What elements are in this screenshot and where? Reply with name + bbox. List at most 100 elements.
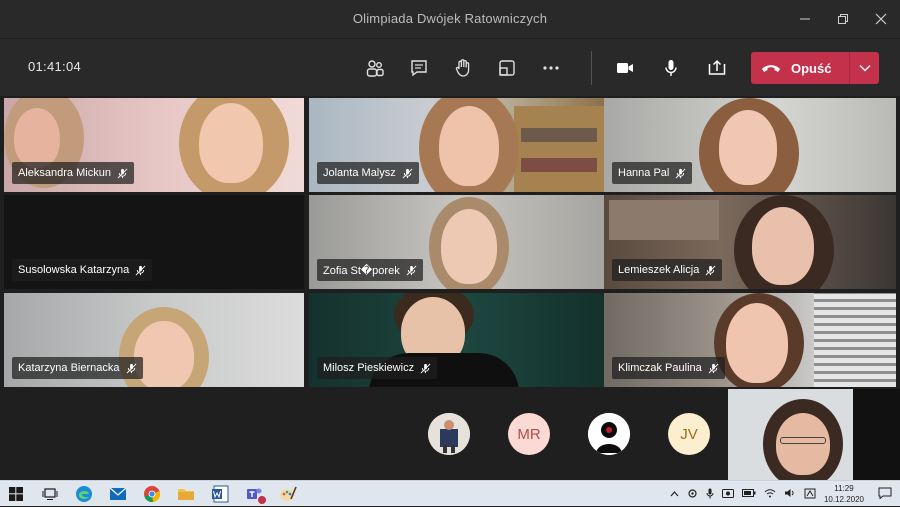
participant-name: Susolowska Katarzyna <box>18 264 130 276</box>
hang-up-icon <box>751 62 791 74</box>
close-button[interactable] <box>862 0 900 38</box>
microphone-tray-icon[interactable] <box>706 488 714 501</box>
chrome-button[interactable] <box>142 484 162 504</box>
call-actions <box>360 53 566 83</box>
title-bar: Olimpiada Dwójek Ratowniczych <box>0 0 900 38</box>
start-button[interactable] <box>6 484 26 504</box>
participant-strip: MR JV <box>0 389 900 480</box>
more-icon <box>543 66 559 70</box>
participant-avatar-initials[interactable]: JV <box>668 413 710 455</box>
notification-badge-icon <box>258 496 266 504</box>
word-button[interactable] <box>210 484 230 504</box>
leave-button[interactable]: Opuść <box>751 52 879 84</box>
raise-hand-button[interactable] <box>448 53 478 83</box>
video-tile[interactable]: Susolowska Katarzyna <box>4 195 304 289</box>
chrome-icon <box>144 486 161 503</box>
participant-name-tag: Aleksandra Mickun <box>12 162 134 184</box>
participant-name: Katarzyna Biernacka <box>18 362 120 374</box>
people-icon <box>366 60 384 77</box>
avatar-photo-icon <box>428 413 470 455</box>
video-tile[interactable]: Zofia St�porek <box>309 195 609 289</box>
mail-button[interactable] <box>108 484 128 504</box>
microphone-muted-icon <box>675 168 686 179</box>
paint-icon <box>280 486 297 501</box>
participant-name-tag: Jolanta Malysz <box>317 162 419 184</box>
avatar-initials: JV <box>680 425 698 443</box>
share-screen-icon <box>708 59 726 75</box>
edge-button[interactable] <box>74 484 94 504</box>
camera-button[interactable] <box>610 53 640 83</box>
participant-name-tag: Klimczak Paulina <box>612 357 725 379</box>
wifi-icon[interactable] <box>764 488 776 500</box>
system-tray: 11:29 10.12.2020 <box>670 481 900 507</box>
camera-tray-icon[interactable] <box>721 488 734 500</box>
participant-avatar-initials[interactable]: MR <box>508 413 550 455</box>
toolbar-divider <box>591 51 592 85</box>
window-controls <box>786 0 900 38</box>
task-view-button[interactable] <box>40 484 60 504</box>
teams-button[interactable] <box>244 484 266 504</box>
battery-icon[interactable] <box>741 489 756 499</box>
word-icon <box>212 485 229 503</box>
participant-name-tag: Hanna Pal <box>612 162 693 184</box>
video-tile[interactable]: Lemieszek Alicja <box>604 195 896 289</box>
call-toolbar: 01:41:04 Opuść <box>0 38 900 96</box>
meeting-title: Olimpiada Dwójek Ratowniczych <box>352 11 548 26</box>
clock[interactable]: 11:29 10.12.2020 <box>824 483 864 505</box>
volume-icon[interactable] <box>784 488 796 500</box>
chat-button[interactable] <box>404 53 434 83</box>
video-tile[interactable]: Jolanta Malysz <box>309 98 609 192</box>
windows-taskbar: 11:29 10.12.2020 <box>0 480 900 506</box>
settings-tray-icon[interactable] <box>687 488 698 501</box>
participant-name: Zofia St�porek <box>323 264 400 277</box>
avatar-initials: MR <box>517 425 541 443</box>
camera-icon <box>617 63 633 73</box>
minimize-button[interactable] <box>786 0 824 38</box>
hand-icon <box>455 59 470 77</box>
chevron-up-icon[interactable] <box>670 489 679 499</box>
self-video-tile[interactable] <box>728 389 900 480</box>
participant-name: Milosz Pieskiewicz <box>323 362 415 374</box>
participant-name-tag: Milosz Pieskiewicz <box>317 357 438 379</box>
teams-window: Olimpiada Dwójek Ratowniczych 01:41:04 O… <box>0 0 900 480</box>
microphone-button[interactable] <box>656 53 686 83</box>
participants-button[interactable] <box>360 53 390 83</box>
breakout-rooms-icon <box>499 60 515 76</box>
avatar-silhouette-icon <box>588 413 630 455</box>
microphone-muted-icon <box>406 265 417 276</box>
participant-name: Hanna Pal <box>618 167 670 179</box>
media-controls <box>610 53 732 83</box>
video-tile[interactable]: Hanna Pal <box>604 98 896 192</box>
video-grid: Aleksandra Mickun Jolanta Malysz Hanna P… <box>4 98 896 387</box>
language-icon[interactable] <box>804 488 816 501</box>
share-screen-button[interactable] <box>702 53 732 83</box>
chat-icon <box>411 60 427 77</box>
rooms-button[interactable] <box>492 53 522 83</box>
microphone-muted-icon <box>135 265 146 276</box>
folder-icon <box>178 489 194 500</box>
participant-name: Aleksandra Mickun <box>18 167 111 179</box>
restore-button[interactable] <box>824 0 862 38</box>
video-tile[interactable]: Klimczak Paulina <box>604 293 896 387</box>
notifications-icon[interactable] <box>878 487 892 501</box>
video-tile[interactable]: Katarzyna Biernacka <box>4 293 304 387</box>
task-view-icon <box>42 488 58 500</box>
more-actions-button[interactable] <box>536 53 566 83</box>
file-explorer-button[interactable] <box>176 484 196 504</box>
mail-icon <box>109 487 127 500</box>
participant-name: Jolanta Malysz <box>323 167 396 179</box>
microphone-muted-icon <box>708 363 719 374</box>
participant-name-tag: Susolowska Katarzyna <box>12 259 153 281</box>
leave-options-chevron[interactable] <box>849 52 879 84</box>
participant-avatar-photo[interactable] <box>588 413 630 455</box>
participant-name-tag: Katarzyna Biernacka <box>12 357 143 379</box>
microphone-muted-icon <box>420 363 431 374</box>
paint-button[interactable] <box>278 484 298 504</box>
participant-avatar-photo[interactable] <box>428 413 470 455</box>
restore-icon <box>838 14 848 24</box>
leave-label: Opuść <box>791 60 832 76</box>
video-tile[interactable]: Aleksandra Mickun <box>4 98 304 192</box>
video-tile[interactable]: Milosz Pieskiewicz <box>309 293 609 387</box>
minimize-icon <box>800 18 810 20</box>
microphone-muted-icon <box>126 363 137 374</box>
